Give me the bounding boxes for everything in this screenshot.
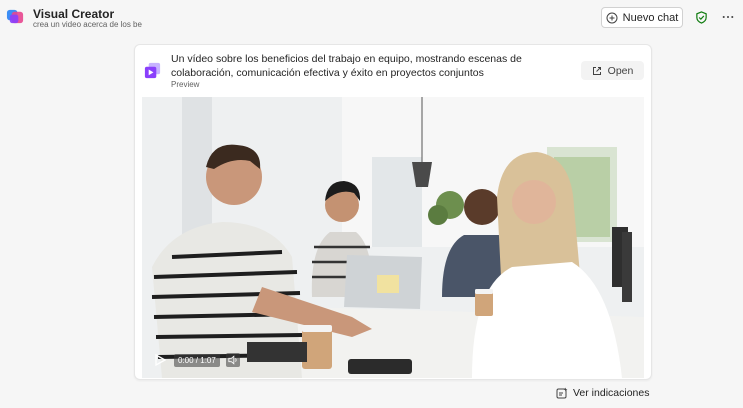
video-controls: 0:00 / 1:07 [152, 350, 240, 370]
app-title: Visual Creator [33, 7, 115, 21]
video-creator-icon [143, 61, 162, 80]
open-label: Open [607, 64, 634, 77]
open-button[interactable]: Open [581, 61, 644, 80]
app-header: Visual Creator crea un video acerca de l… [0, 0, 743, 36]
play-icon [155, 354, 166, 366]
shield-button[interactable] [693, 9, 709, 25]
new-chat-button[interactable]: Nuevo chat [601, 7, 683, 28]
video-time: 0:00 / 1:07 [174, 353, 220, 367]
play-button[interactable] [152, 352, 168, 368]
chat-add-icon [606, 12, 618, 23]
shield-check-icon [695, 10, 707, 24]
visual-creator-logo-icon [6, 7, 25, 26]
volume-button[interactable] [225, 353, 240, 367]
video-player[interactable]: 0:00 / 1:07 [142, 97, 644, 378]
prompt-sparkle-icon [556, 387, 568, 399]
video-card: Un vídeo sobre los beneficios del trabaj… [134, 44, 652, 380]
ver-indicaciones-label: Ver indicaciones [573, 387, 650, 399]
app-subtitle: crea un video acerca de los be [33, 20, 142, 29]
card-title: Un vídeo sobre los beneficios del trabaj… [171, 53, 522, 79]
preview-label: Preview [171, 80, 200, 89]
video-frame-image [142, 97, 644, 378]
new-chat-label: Nuevo chat [622, 11, 679, 24]
speaker-icon [228, 355, 237, 365]
open-external-icon [592, 66, 601, 75]
ver-indicaciones-button[interactable]: Ver indicaciones [556, 385, 649, 401]
more-horizontal-icon [722, 15, 734, 19]
more-options-button[interactable] [720, 9, 736, 25]
